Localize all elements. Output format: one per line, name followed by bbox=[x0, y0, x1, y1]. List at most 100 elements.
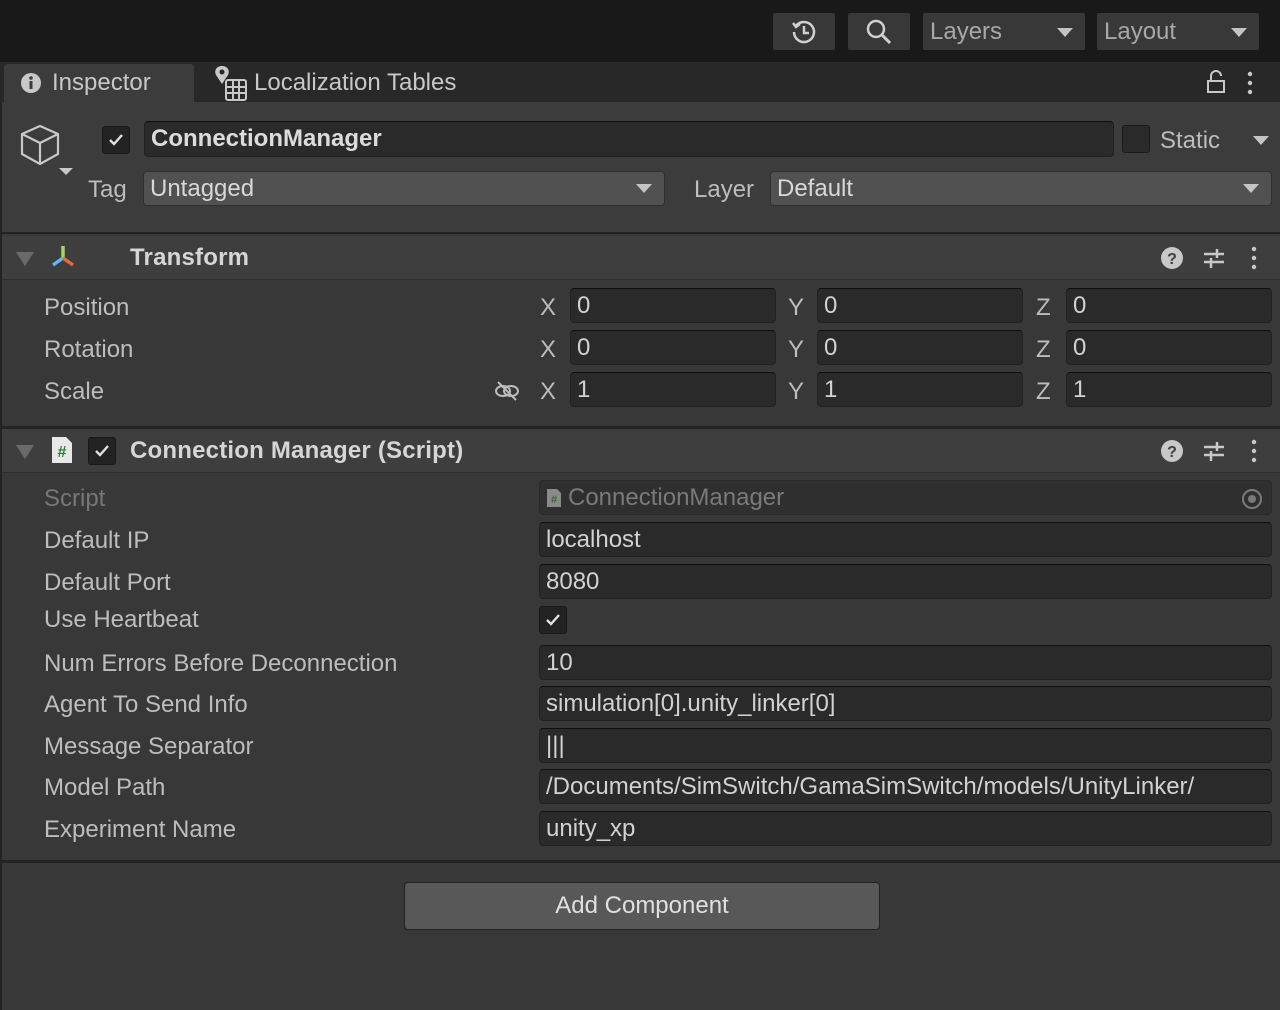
scale-label: Scale bbox=[44, 378, 105, 405]
model-path-label: Model Path bbox=[44, 774, 166, 801]
help-icon[interactable]: ? bbox=[1160, 439, 1184, 463]
message-separator-input[interactable]: ||| bbox=[539, 728, 1272, 763]
scale-x-input[interactable]: 1 bbox=[570, 372, 776, 407]
checkmark-icon bbox=[95, 445, 109, 457]
script-component-body: Script # ConnectionManager Default IP lo… bbox=[2, 473, 1280, 859]
static-label: Static bbox=[1160, 127, 1221, 154]
position-x-input[interactable]: 0 bbox=[570, 288, 776, 323]
script-object-field[interactable]: # ConnectionManager bbox=[539, 480, 1272, 515]
more-options-icon[interactable] bbox=[1244, 70, 1256, 96]
preset-sliders-icon[interactable] bbox=[1202, 246, 1226, 270]
axis-z-label: Z bbox=[1036, 294, 1051, 321]
rotation-z-input[interactable]: 0 bbox=[1066, 330, 1272, 365]
default-port-value: 8080 bbox=[546, 567, 600, 595]
gameobject-active-checkbox[interactable] bbox=[102, 126, 130, 154]
transform-header[interactable]: Transform ? bbox=[2, 236, 1280, 280]
add-component-button[interactable]: Add Component bbox=[404, 882, 880, 930]
layer-dropdown[interactable]: Default bbox=[770, 171, 1272, 206]
experiment-name-label: Experiment Name bbox=[44, 816, 237, 843]
gameobject-cube-icon[interactable] bbox=[16, 122, 76, 180]
num-errors-value: 10 bbox=[546, 648, 573, 676]
component-menu-icon[interactable] bbox=[1248, 439, 1260, 463]
message-separator-label: Message Separator bbox=[44, 733, 254, 760]
svg-text:#: # bbox=[58, 444, 67, 461]
tab-inspector[interactable]: Inspector bbox=[4, 64, 194, 102]
constrain-proportions-icon[interactable] bbox=[494, 380, 520, 402]
rotation-y-input[interactable]: 0 bbox=[817, 330, 1023, 365]
axis-x-label: X bbox=[540, 378, 557, 405]
search-icon bbox=[866, 19, 892, 44]
position-y-value: 0 bbox=[824, 291, 838, 319]
agent-to-send-info-input[interactable]: simulation[0].unity_linker[0] bbox=[539, 686, 1272, 721]
rotation-z-value: 0 bbox=[1073, 333, 1087, 361]
static-dropdown-icon[interactable] bbox=[1253, 136, 1269, 145]
scale-z-value: 1 bbox=[1073, 375, 1087, 403]
default-ip-label: Default IP bbox=[44, 527, 150, 554]
axis-y-label: Y bbox=[788, 378, 805, 405]
preset-sliders-icon[interactable] bbox=[1202, 439, 1226, 463]
model-path-input[interactable]: /Documents/SimSwitch/GamaSimSwitch/model… bbox=[539, 769, 1272, 804]
num-errors-input[interactable]: 10 bbox=[539, 645, 1272, 680]
foldout-arrow-icon[interactable] bbox=[16, 445, 34, 459]
history-icon bbox=[792, 20, 816, 43]
position-label: Position bbox=[44, 294, 130, 321]
transform-body: Position X 0 Y 0 Z 0 Rotation X 0 Y 0 Z … bbox=[2, 280, 1280, 426]
script-value: ConnectionManager bbox=[568, 483, 785, 511]
component-divider bbox=[2, 860, 1280, 863]
component-menu-icon[interactable] bbox=[1248, 246, 1260, 270]
foldout-arrow-icon[interactable] bbox=[16, 252, 34, 266]
default-port-input[interactable]: 8080 bbox=[539, 564, 1272, 599]
position-y-input[interactable]: 0 bbox=[817, 288, 1023, 323]
layer-label: Layer bbox=[694, 176, 755, 203]
top-toolbar: Layers Layout bbox=[0, 0, 1280, 62]
layers-label: Layers bbox=[930, 17, 1003, 45]
static-checkbox[interactable] bbox=[1122, 125, 1150, 153]
gameobject-name-input[interactable]: ConnectionManager bbox=[144, 121, 1114, 157]
checkmark-icon bbox=[546, 614, 560, 626]
svg-text:#: # bbox=[551, 494, 557, 506]
rotation-x-input[interactable]: 0 bbox=[570, 330, 776, 365]
experiment-name-value: unity_xp bbox=[546, 814, 636, 842]
object-picker-icon[interactable] bbox=[1241, 488, 1263, 510]
default-ip-input[interactable]: localhost bbox=[539, 522, 1272, 557]
axis-z-label: Z bbox=[1036, 378, 1051, 405]
default-port-label: Default Port bbox=[44, 569, 171, 596]
layers-dropdown[interactable]: Layers bbox=[923, 13, 1085, 50]
chevron-down-icon bbox=[1243, 184, 1259, 193]
tab-bar: Inspector Localization Tables bbox=[0, 62, 1280, 102]
tag-dropdown[interactable]: Untagged bbox=[143, 171, 665, 206]
axis-z-label: Z bbox=[1036, 336, 1051, 363]
position-x-value: 0 bbox=[577, 291, 591, 319]
info-icon bbox=[21, 73, 41, 93]
script-label: Script bbox=[44, 485, 106, 512]
layout-label: Layout bbox=[1104, 17, 1177, 45]
csharp-script-icon: # bbox=[547, 488, 561, 507]
transform-title: Transform bbox=[130, 244, 250, 271]
svg-text:?: ? bbox=[1167, 444, 1177, 461]
tag-value: Untagged bbox=[150, 174, 255, 202]
lock-icon[interactable] bbox=[1206, 70, 1226, 94]
script-enabled-checkbox[interactable] bbox=[88, 437, 116, 465]
position-z-input[interactable]: 0 bbox=[1066, 288, 1272, 323]
history-button[interactable] bbox=[773, 13, 835, 50]
search-button[interactable] bbox=[848, 13, 910, 50]
tag-label: Tag bbox=[88, 176, 127, 203]
inspector-panel: ConnectionManager Static Tag Untagged La… bbox=[0, 102, 1280, 1010]
gameobject-header: ConnectionManager Static Tag Untagged La… bbox=[2, 102, 1280, 234]
layout-dropdown[interactable]: Layout bbox=[1097, 13, 1259, 50]
help-icon[interactable]: ? bbox=[1160, 246, 1184, 270]
script-component-header[interactable]: # Connection Manager (Script) ? bbox=[2, 429, 1280, 473]
tab-localization-tables[interactable]: Localization Tables bbox=[212, 64, 456, 102]
num-errors-label: Num Errors Before Deconnection bbox=[44, 650, 398, 677]
scale-z-input[interactable]: 1 bbox=[1066, 372, 1272, 407]
experiment-name-input[interactable]: unity_xp bbox=[539, 811, 1272, 846]
axis-x-label: X bbox=[540, 336, 557, 363]
model-path-value: /Documents/SimSwitch/GamaSimSwitch/model… bbox=[546, 772, 1195, 800]
use-heartbeat-checkbox[interactable] bbox=[539, 606, 567, 634]
rotation-x-value: 0 bbox=[577, 333, 591, 361]
scale-y-input[interactable]: 1 bbox=[817, 372, 1023, 407]
transform-icon bbox=[51, 246, 75, 267]
checkmark-icon bbox=[109, 134, 123, 146]
localization-table-icon bbox=[215, 66, 247, 101]
chevron-down-icon bbox=[1057, 28, 1073, 37]
